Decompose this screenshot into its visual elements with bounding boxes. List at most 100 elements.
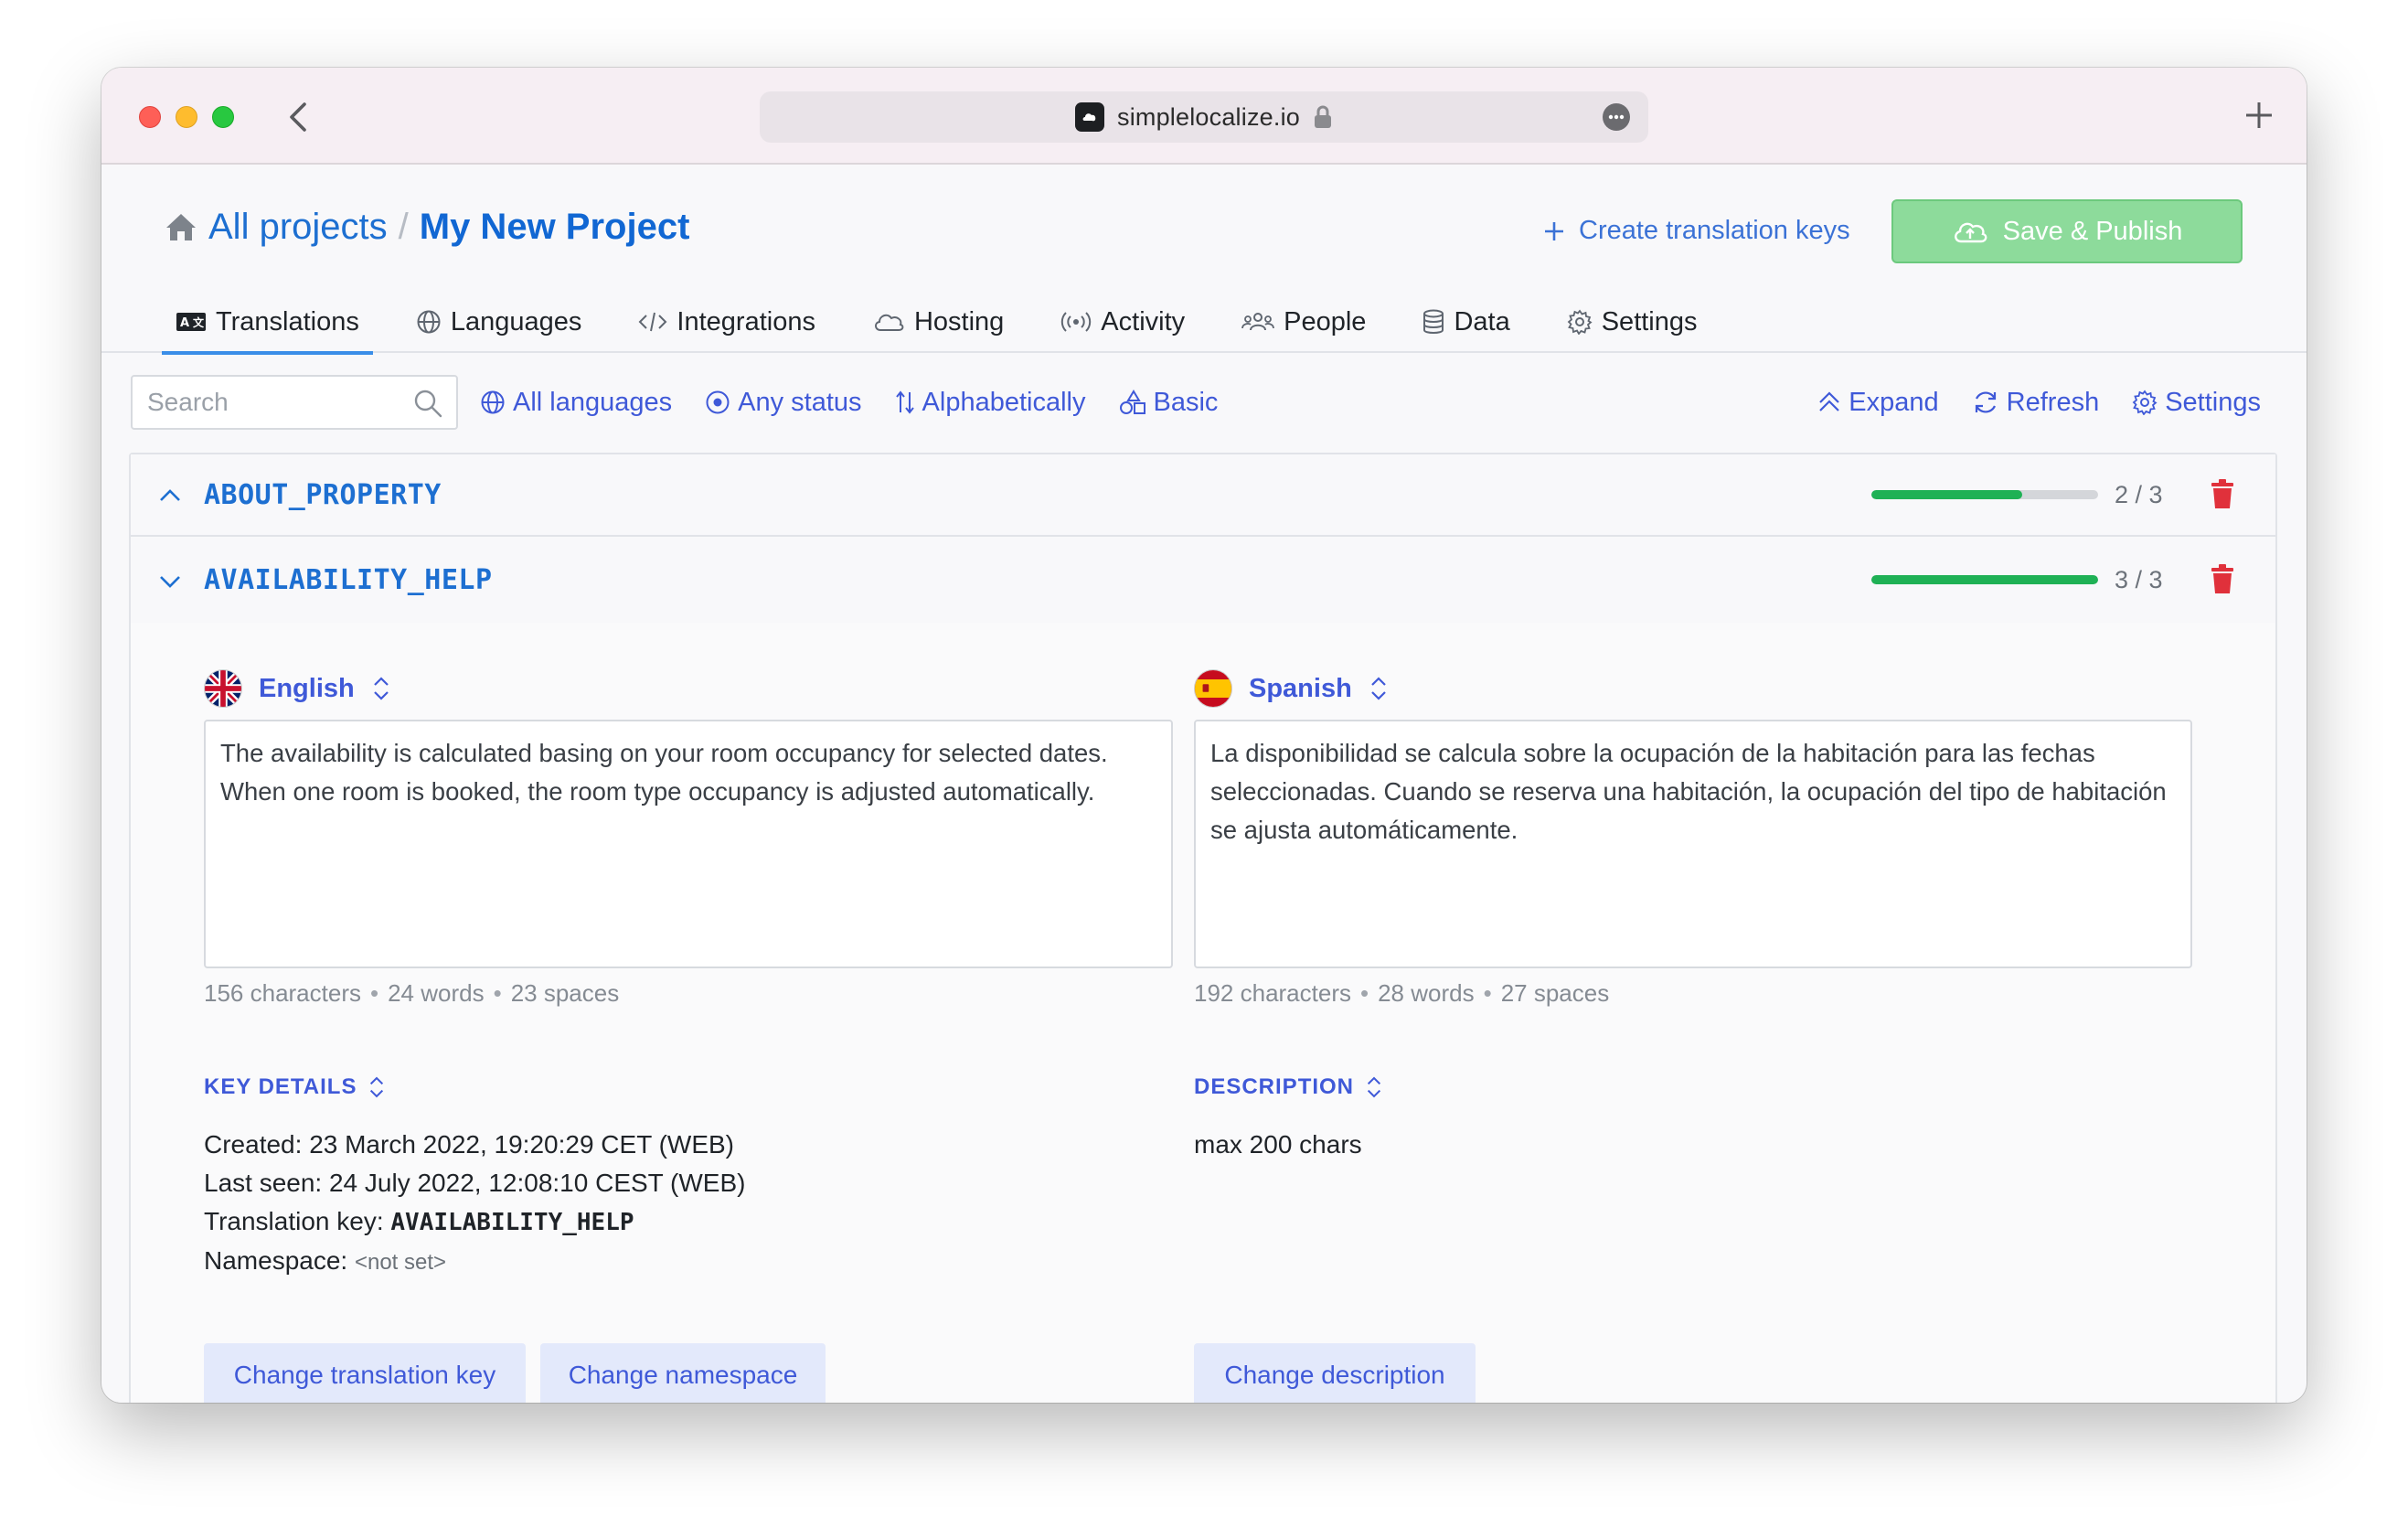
- translation-stats: 156 characters • 24 words • 23 spaces: [204, 979, 1173, 1008]
- filter-sort-alphabetically[interactable]: Alphabetically: [895, 388, 1086, 418]
- change-translation-key-button[interactable]: Change translation key: [204, 1343, 526, 1403]
- list-actions: Expand Refresh Settings: [1817, 375, 2261, 430]
- key-details-heading[interactable]: KEY DETAILS: [204, 1074, 386, 1100]
- breadcrumb: All projects / My New Project: [163, 207, 689, 248]
- char-count: 156 characters: [204, 979, 361, 1007]
- refresh-button[interactable]: Refresh: [1972, 388, 2099, 418]
- refresh-icon: [1975, 391, 1996, 413]
- zoom-window-button[interactable]: [212, 106, 234, 128]
- action-label: Expand: [1849, 387, 1939, 417]
- key-name[interactable]: AVAILABILITY_HELP: [204, 564, 493, 596]
- tab-label: Languages: [450, 306, 582, 336]
- chevron-up-down-icon[interactable]: [1369, 675, 1389, 702]
- language-header: Spanish: [1194, 668, 2192, 709]
- translation-progress-bar: [1871, 575, 2098, 584]
- progress-count: 3 / 3: [2115, 565, 2163, 593]
- chevron-up-icon[interactable]: [156, 482, 184, 509]
- translation-progress-bar: [1871, 490, 2098, 499]
- language-name[interactable]: English: [259, 674, 355, 704]
- tab-integrations[interactable]: Integrations: [624, 291, 829, 353]
- filter-bar: All languages Any status Alphabetically …: [480, 375, 1218, 430]
- back-arrow-icon[interactable]: [281, 99, 317, 135]
- gear-icon: [1567, 309, 1593, 335]
- change-namespace-button[interactable]: Change namespace: [540, 1343, 826, 1403]
- tab-label: Data: [1454, 306, 1510, 336]
- tab-label: Integrations: [677, 306, 815, 336]
- progress-fill: [1871, 490, 2023, 499]
- filter-view-basic[interactable]: Basic: [1119, 387, 1219, 418]
- search-icon[interactable]: [412, 388, 443, 419]
- breadcrumb-all-projects[interactable]: All projects: [208, 207, 388, 248]
- word-count: 24 words: [388, 979, 485, 1007]
- translation-stats: 192 characters • 28 words • 27 spaces: [1194, 979, 2192, 1008]
- description-text: max 200 chars: [1194, 1130, 1362, 1159]
- language-name[interactable]: Spanish: [1249, 674, 1352, 704]
- globe-icon: [417, 310, 441, 334]
- key-details-list: Created: 23 March 2022, 19:20:29 CET (WE…: [204, 1126, 745, 1282]
- stats-separator: •: [1359, 979, 1369, 1007]
- filter-label: Basic: [1153, 387, 1219, 417]
- translation-english: English The availability is calculated b…: [204, 668, 1173, 1008]
- progress-count: 2 / 3: [2115, 480, 2163, 508]
- cloud-upload-icon: [1954, 222, 1987, 243]
- address-bar[interactable]: simplelocalize.io: [760, 91, 1648, 143]
- translation-key-label: Translation key:: [204, 1207, 384, 1235]
- project-tabs: A 文 Translations Languages Integrations …: [162, 291, 1741, 355]
- create-translation-keys-button[interactable]: Create translation keys: [1542, 216, 1850, 246]
- target-icon: [706, 390, 730, 414]
- filter-all-languages[interactable]: All languages: [480, 388, 672, 418]
- language-header: English: [204, 668, 1173, 709]
- view-settings-button[interactable]: Settings: [2132, 388, 2261, 418]
- tab-translations[interactable]: A 文 Translations: [162, 291, 373, 355]
- translation-textarea[interactable]: The availability is calculated basing on…: [204, 720, 1173, 968]
- namespace-value: <not set>: [354, 1250, 447, 1275]
- word-count: 28 words: [1378, 979, 1475, 1007]
- created-value: 23 March 2022, 19:20:29 CET (WEB): [309, 1130, 735, 1159]
- chevron-down-icon[interactable]: [156, 568, 184, 595]
- key-name[interactable]: ABOUT_PROPERTY: [204, 479, 442, 511]
- expand-button[interactable]: Expand: [1817, 387, 1939, 418]
- url-text: simplelocalize.io: [1117, 102, 1300, 131]
- page-menu-icon[interactable]: [1603, 103, 1630, 131]
- tab-languages[interactable]: Languages: [402, 291, 596, 353]
- trash-icon[interactable]: [2209, 564, 2236, 595]
- save-publish-button[interactable]: Save & Publish: [1891, 199, 2243, 263]
- key-row-availability-help[interactable]: AVAILABILITY_HELP 3 / 3: [131, 537, 2275, 625]
- last-seen-label: Last seen:: [204, 1169, 323, 1197]
- tab-people[interactable]: People: [1228, 291, 1380, 353]
- breadcrumb-separator: /: [398, 207, 409, 247]
- trash-icon[interactable]: [2209, 479, 2236, 510]
- close-window-button[interactable]: [139, 106, 161, 128]
- tab-hosting[interactable]: Hosting: [858, 291, 1018, 353]
- change-description-button[interactable]: Change description: [1194, 1343, 1476, 1403]
- shapes-icon: [1119, 390, 1145, 414]
- project-header: All projects / My New Project Create tra…: [101, 165, 2307, 355]
- description-heading[interactable]: DESCRIPTION: [1194, 1074, 1383, 1100]
- browser-window: simplelocalize.io All projects / My New …: [101, 68, 2307, 1403]
- section-title-text: DESCRIPTION: [1194, 1074, 1355, 1099]
- tab-activity[interactable]: Activity: [1047, 291, 1199, 353]
- translation-key-line: Translation key: AVAILABILITY_HELP: [204, 1202, 745, 1242]
- tab-settings[interactable]: Settings: [1553, 291, 1711, 353]
- double-chevron-up-icon: [1819, 391, 1840, 411]
- home-icon[interactable]: [163, 209, 199, 246]
- project-title: My New Project: [419, 207, 690, 247]
- code-icon: [639, 312, 667, 332]
- tab-data[interactable]: Data: [1409, 291, 1523, 353]
- chevron-up-down-icon[interactable]: [371, 675, 391, 702]
- translation-key-value: AVAILABILITY_HELP: [390, 1209, 634, 1236]
- translate-icon: A 文: [176, 313, 206, 331]
- svg-text:A: A: [180, 316, 189, 330]
- stats-separator: •: [1483, 979, 1492, 1007]
- tab-label: People: [1284, 306, 1367, 336]
- globe-icon: [481, 390, 505, 414]
- uk-flag-icon: [204, 669, 242, 708]
- search-input[interactable]: [133, 377, 398, 428]
- plus-icon: [1545, 221, 1563, 240]
- translation-textarea[interactable]: La disponibilidad se calcula sobre la oc…: [1194, 720, 2192, 968]
- new-tab-plus-icon[interactable]: [2239, 95, 2279, 135]
- translation-keys-list: ABOUT_PROPERTY 2 / 3 AVAILABILITY_HELP 3…: [129, 453, 2277, 1403]
- key-row-about-property[interactable]: ABOUT_PROPERTY 2 / 3: [131, 454, 2275, 537]
- minimize-window-button[interactable]: [176, 106, 197, 128]
- filter-any-status[interactable]: Any status: [705, 388, 862, 418]
